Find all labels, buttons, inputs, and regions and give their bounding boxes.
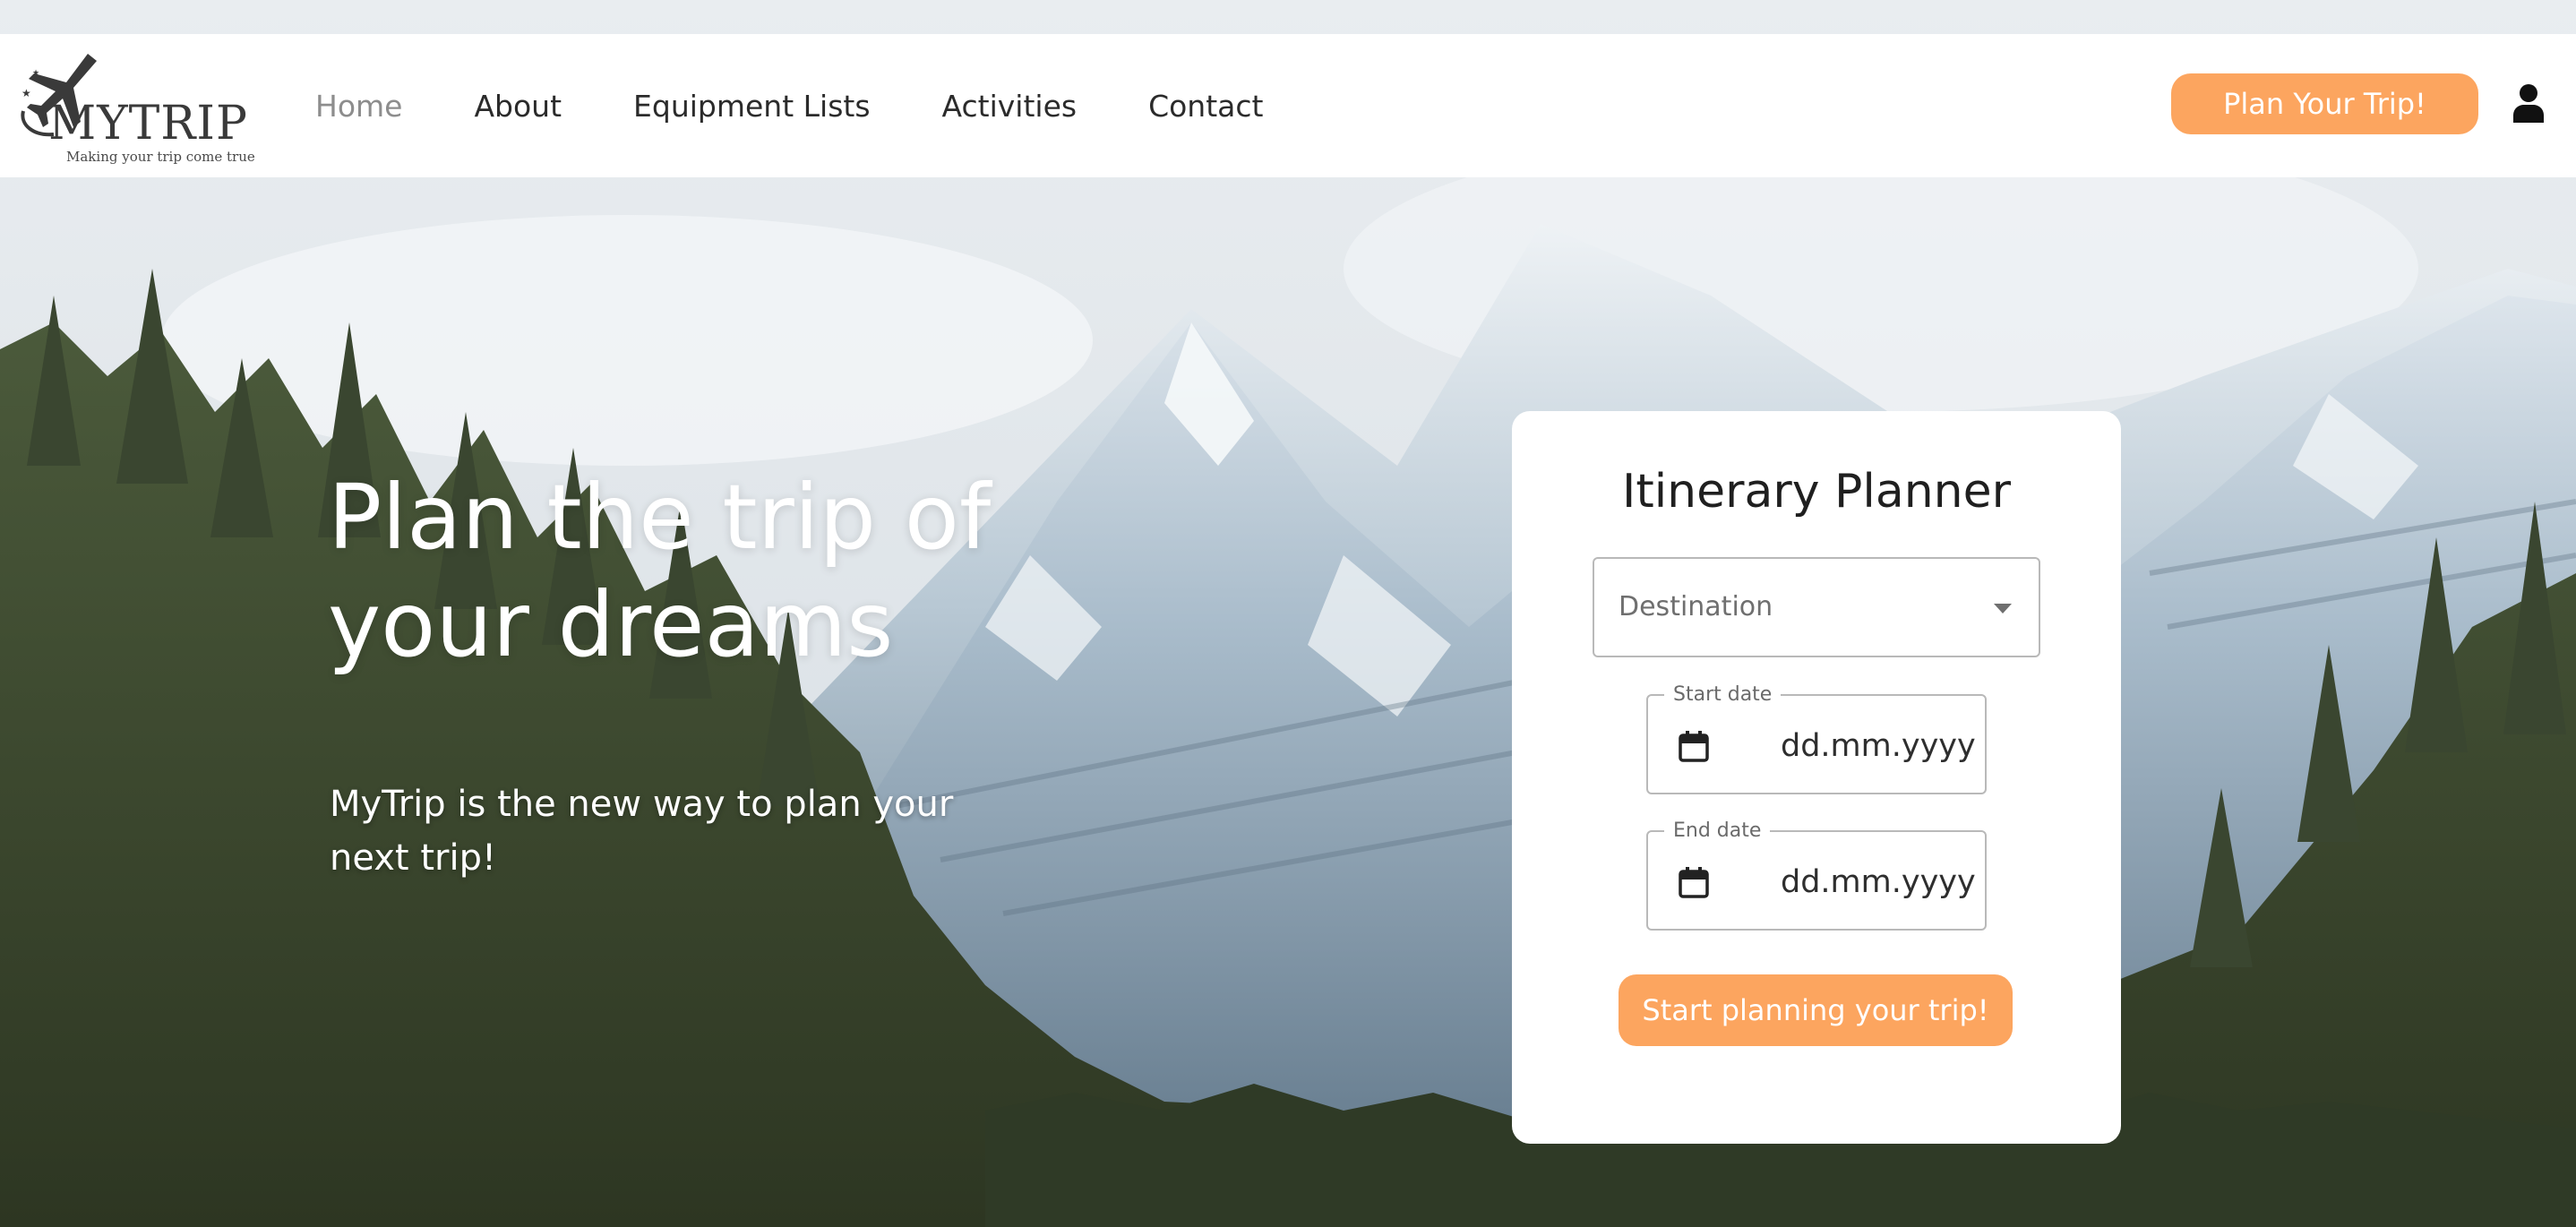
nav-item-equipment-lists[interactable]: Equipment Lists [633, 89, 871, 124]
end-date-field[interactable]: End date dd.mm.yyyy [1646, 819, 1987, 931]
end-date-value: dd.mm.yyyy [1781, 864, 1976, 900]
brand-name: MYTRIP [48, 97, 248, 150]
calendar-icon[interactable] [1679, 730, 1709, 762]
end-date-label: End date [1664, 819, 1771, 842]
nav-item-contact[interactable]: Contact [1148, 89, 1263, 124]
brand-tagline: Making your trip come true [66, 149, 255, 165]
hero-subtitle: MyTrip is the new way to plan your next … [330, 777, 1010, 885]
hero-title: Plan the trip of your dreams [328, 464, 1134, 679]
main-nav: Home About Equipment Lists Activities Co… [315, 34, 1335, 177]
hero-subtitle-line-1: MyTrip is the new way to plan your [330, 784, 954, 825]
caret-down-icon [1994, 604, 2012, 614]
start-date-field[interactable]: Start date dd.mm.yyyy [1646, 683, 1987, 794]
plan-your-trip-button[interactable]: Plan Your Trip! [2171, 73, 2478, 134]
destination-select[interactable]: Destination [1593, 557, 2040, 657]
start-date-value: dd.mm.yyyy [1781, 728, 1976, 764]
svg-text:★: ★ [32, 69, 39, 78]
hero-title-line-1: Plan the trip of [328, 465, 992, 570]
planner-title: Itinerary Planner [1621, 465, 2011, 519]
top-navbar: ★ ★ MYTRIP Making your trip come true Ho… [0, 34, 2576, 177]
nav-item-home[interactable]: Home [315, 89, 402, 124]
user-icon[interactable] [2513, 83, 2544, 123]
svg-text:★: ★ [21, 87, 31, 99]
calendar-icon[interactable] [1679, 866, 1709, 898]
hero-subtitle-line-2: next trip! [330, 837, 496, 879]
brand-logo[interactable]: ★ ★ MYTRIP Making your trip come true [13, 48, 255, 165]
start-date-label: Start date [1664, 683, 1782, 706]
start-planning-button[interactable]: Start planning your trip! [1619, 974, 2013, 1046]
nav-item-about[interactable]: About [474, 89, 562, 124]
destination-placeholder: Destination [1619, 591, 1773, 622]
hero-title-line-2: your dreams [328, 572, 894, 677]
nav-item-activities[interactable]: Activities [942, 89, 1078, 124]
itinerary-planner-card: Itinerary Planner Destination Start date… [1512, 411, 2121, 1144]
